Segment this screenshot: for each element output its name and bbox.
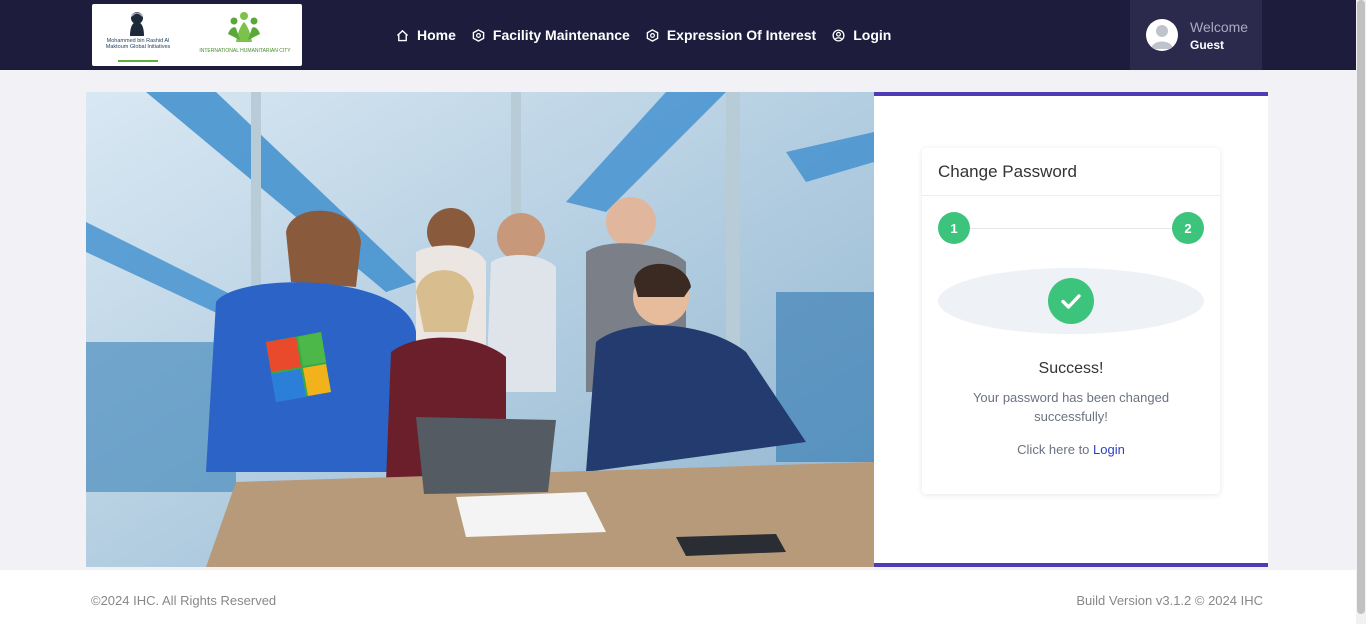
success-check-badge: [1048, 278, 1094, 324]
change-password-card: Change Password 1 2 Success! Your passwo…: [922, 148, 1220, 494]
avatar: [1146, 19, 1178, 51]
page-scrollbar[interactable]: [1356, 0, 1366, 624]
welcome-text: Welcome: [1190, 19, 1249, 35]
logo-underline: [118, 60, 158, 62]
top-navbar: Mohammed bin Rashid Al Maktoum Global In…: [0, 0, 1356, 70]
footer: ©2024 IHC. All Rights Reserved Build Ver…: [0, 570, 1356, 624]
build-version-text: Build Version v3.1.2 © 2024 IHC: [1076, 593, 1263, 608]
hexagon-icon: [646, 28, 659, 42]
user-name: Guest: [1190, 38, 1225, 52]
nav-expression-of-interest-label: Expression Of Interest: [666, 27, 817, 43]
card-divider: [922, 195, 1220, 196]
mbrgi-logo: Mohammed bin Rashid Al Maktoum Global In…: [96, 8, 180, 62]
copyright-text: ©2024 IHC. All Rights Reserved: [91, 593, 277, 608]
nav-facility-maintenance-label: Facility Maintenance: [492, 27, 630, 43]
step-1: 1: [938, 212, 970, 244]
nav-login-label: Login: [853, 27, 892, 43]
check-icon: [1061, 294, 1081, 309]
scrollbar-thumb[interactable]: [1357, 0, 1365, 614]
hero-image: [86, 92, 874, 567]
logo[interactable]: Mohammed bin Rashid Al Maktoum Global In…: [92, 4, 302, 66]
login-prompt-line: Click here to Login: [922, 442, 1220, 457]
step-2: 2: [1172, 212, 1204, 244]
success-message: Your password has been changed successfu…: [972, 390, 1170, 424]
user-menu[interactable]: Welcome Guest: [1130, 0, 1262, 70]
logo-left-text: Mohammed bin Rashid Al Maktoum Global In…: [105, 38, 171, 50]
card-title: Change Password: [938, 162, 1077, 181]
nav-home-label: Home: [417, 27, 456, 43]
login-prompt: Click here to: [1017, 442, 1090, 457]
team-celebration-illustration: [86, 92, 874, 567]
auth-panel: Change Password 1 2 Success! Your passwo…: [874, 92, 1268, 567]
ihc-logo: INTERNATIONAL HUMANITARIAN CITY: [192, 10, 298, 62]
portrait-emblem-icon: [130, 12, 144, 36]
logo-right-text: INTERNATIONAL HUMANITARIAN CITY: [199, 48, 291, 54]
people-emblem-icon: [228, 12, 260, 42]
stepper-line: [970, 228, 1172, 229]
success-title: Success!: [1038, 360, 1104, 377]
nav-expression-of-interest[interactable]: Expression Of Interest: [646, 27, 816, 43]
main-nav: Home Facility Maintenance Expression Of …: [396, 24, 907, 46]
nav-login[interactable]: Login: [832, 27, 891, 43]
hexagon-icon: [472, 28, 485, 42]
nav-home[interactable]: Home: [396, 27, 456, 43]
nav-facility-maintenance[interactable]: Facility Maintenance: [472, 27, 630, 43]
home-icon: [396, 29, 409, 41]
user-avatar-icon: [1151, 25, 1173, 49]
user-circle-icon: [832, 28, 845, 42]
login-link[interactable]: Login: [1093, 442, 1125, 457]
